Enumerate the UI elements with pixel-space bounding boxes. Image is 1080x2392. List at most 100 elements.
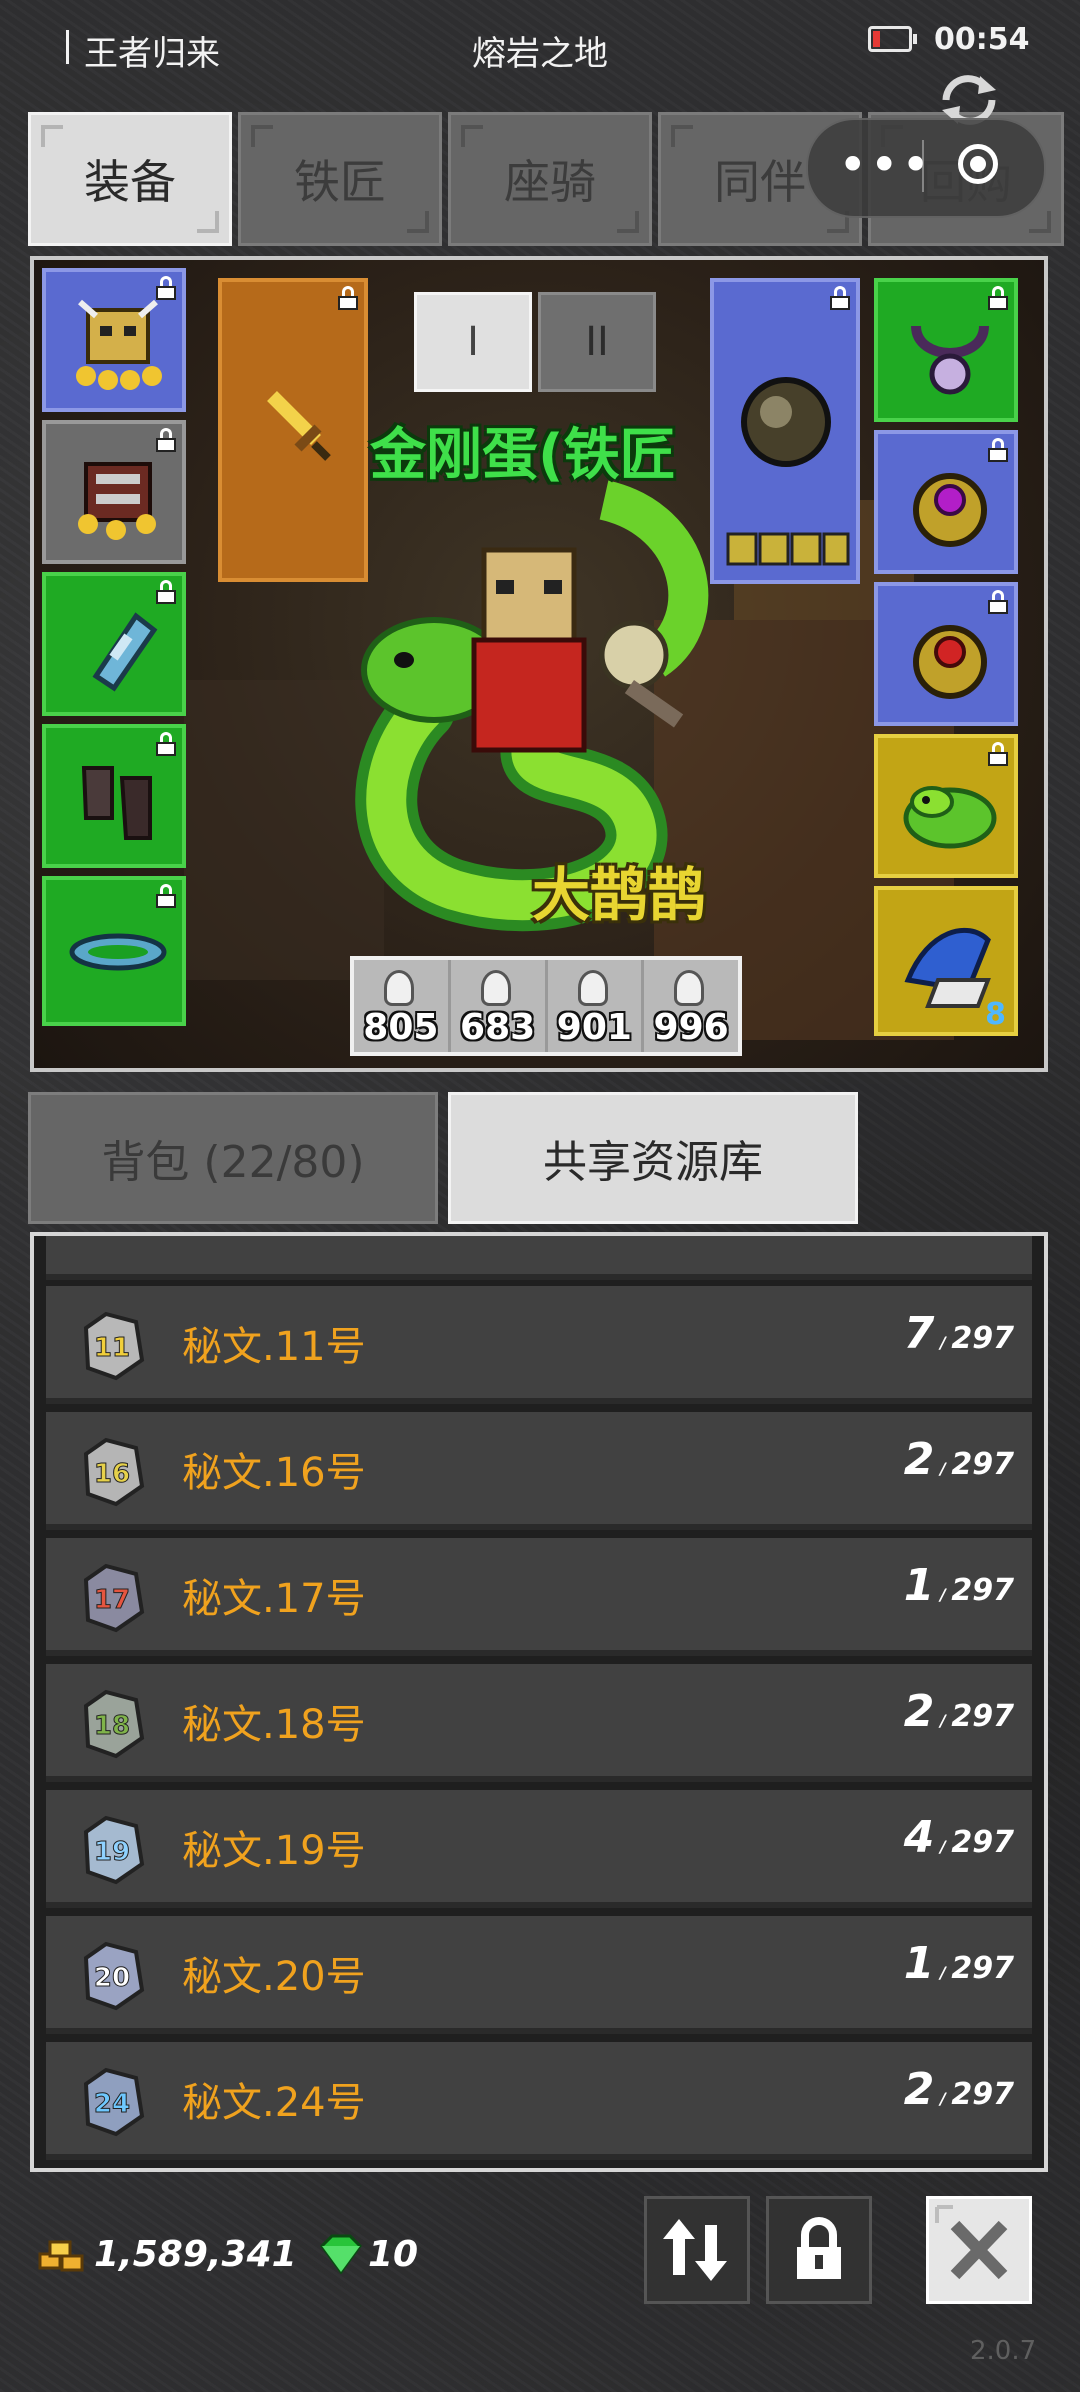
potion-slot-3[interactable]: 901 <box>547 960 645 1052</box>
rune-stone-icon: 20 <box>83 1941 145 2011</box>
potion-icon <box>480 970 511 1006</box>
list-item[interactable]: 20 秘文.20号 1 / 297 <box>46 1916 1032 2034</box>
lock-icon <box>156 884 176 908</box>
shield-icon <box>741 377 831 467</box>
potion-count: 996 <box>653 1007 729 1048</box>
page-one-button[interactable]: I <box>414 292 532 392</box>
list-item[interactable]: 16 秘文.16号 2 / 297 <box>46 1412 1032 1530</box>
pet-name: 大鹊鹊 <box>532 861 707 929</box>
tab-label: 座骑 <box>504 155 596 209</box>
list-item[interactable]: 19 秘文.19号 4 / 297 <box>46 1790 1032 1908</box>
close-miniprogram-dot <box>970 156 986 172</box>
item-max: 297 <box>951 1321 1014 1356</box>
version-label: 2.0.7 <box>970 2336 1037 2366</box>
page-two-button[interactable]: II <box>538 292 656 392</box>
lock-icon <box>797 2217 841 2279</box>
item-quantity: 2 / 297 <box>903 1686 1014 1737</box>
slot-ring-right[interactable] <box>874 582 1018 726</box>
tab-equipment[interactable]: 装备 <box>28 112 232 246</box>
tab-label: 共享资源库 <box>543 1137 763 1188</box>
slot-helmet[interactable] <box>42 268 186 412</box>
tab-label: 装备 <box>84 155 176 209</box>
rune-number: 16 <box>94 1459 130 1489</box>
item-quantity: 1 / 297 <box>903 1938 1014 1989</box>
item-name: 秘文.16号 <box>182 1450 366 1496</box>
slot-pet[interactable] <box>874 734 1018 878</box>
slot-offhand[interactable] <box>710 278 860 584</box>
rune-number: 11 <box>94 1333 130 1363</box>
slot-ring-left[interactable] <box>874 430 1018 574</box>
sword-icon <box>267 391 331 461</box>
lock-icon <box>156 732 176 756</box>
potion-count: 683 <box>460 1007 536 1048</box>
slot-boots[interactable] <box>42 724 186 868</box>
item-name: 秘文.20号 <box>182 1954 366 2000</box>
rune-number: 19 <box>94 1837 130 1867</box>
gem-amount: 10 <box>368 2234 419 2275</box>
battery-icon <box>868 26 917 52</box>
necklace-icon <box>911 325 989 395</box>
item-max: 297 <box>951 1573 1014 1608</box>
potion-count: 805 <box>363 1007 439 1048</box>
list-item[interactable]: 18 秘文.18号 2 / 297 <box>46 1664 1032 1782</box>
list-item-partial[interactable] <box>46 1236 1032 1280</box>
page-one-label: I <box>467 319 479 365</box>
item-count: 7 <box>903 1308 935 1359</box>
item-name: 秘文.11号 <box>182 1324 366 1370</box>
lock-button[interactable] <box>766 2196 872 2304</box>
list-item[interactable]: 17 秘文.17号 1 / 297 <box>46 1538 1032 1656</box>
slot-mount[interactable]: 8 <box>874 886 1018 1036</box>
tab-shared-storage[interactable]: 共享资源库 <box>448 1092 858 1224</box>
item-count: 1 <box>903 1938 935 1989</box>
gem-icon <box>320 2234 362 2274</box>
potion-slot-2[interactable]: 683 <box>450 960 548 1052</box>
item-max: 297 <box>951 1699 1014 1734</box>
item-max: 297 <box>951 1825 1014 1860</box>
item-count: 1 <box>903 1560 935 1611</box>
gold-icon <box>38 2240 84 2272</box>
slot-belt[interactable] <box>42 876 186 1026</box>
lock-icon <box>156 580 176 604</box>
item-count: 2 <box>903 2064 935 2115</box>
rune-number: 18 <box>94 1711 130 1741</box>
resource-list[interactable]: 11 秘文.11号 7 / 297 16 秘文.16号 2 / 297 17 秘… <box>30 1232 1048 2172</box>
item-count: 2 <box>903 1434 935 1485</box>
lock-icon <box>156 276 176 300</box>
item-name: 秘文.18号 <box>182 1702 366 1748</box>
helmet-icon <box>76 299 162 390</box>
snake-pet-icon <box>903 786 997 849</box>
sort-button[interactable] <box>644 2196 750 2304</box>
lock-icon <box>988 590 1008 614</box>
tab-label: 背包 (22/80) <box>101 1137 365 1188</box>
list-item[interactable]: 11 秘文.11号 7 / 297 <box>46 1286 1032 1404</box>
tab-blacksmith[interactable]: 铁匠 <box>238 112 442 246</box>
item-name: 秘文.24号 <box>182 2080 366 2126</box>
list-item[interactable]: 24 秘文.24号 2 / 297 <box>46 2042 1032 2160</box>
potion-slot-1[interactable]: 805 <box>354 960 451 1052</box>
tab-mount[interactable]: 座骑 <box>448 112 652 246</box>
tab-backpack[interactable]: 背包 (22/80) <box>28 1092 438 1224</box>
slot-necklace[interactable] <box>874 278 1018 422</box>
close-button[interactable] <box>926 2196 1032 2304</box>
close-icon <box>935 2205 1008 2280</box>
ring-icon <box>913 473 987 547</box>
item-quantity: 4 / 297 <box>903 1812 1014 1863</box>
slot-armor[interactable] <box>42 420 186 564</box>
potion-icon <box>674 970 705 1006</box>
lock-icon <box>988 286 1008 310</box>
item-max: 297 <box>951 1951 1014 1986</box>
item-quantity: 1 / 297 <box>903 1560 1014 1611</box>
item-quantity: 2 / 297 <box>903 1434 1014 1485</box>
tab-label: 同伴 <box>714 155 806 209</box>
rune-number: 24 <box>94 2089 130 2119</box>
potion-slot-4[interactable]: 996 <box>644 960 738 1052</box>
item-quantity: 7 / 297 <box>903 1308 1014 1359</box>
item-name: 秘文.19号 <box>182 1828 366 1874</box>
equipment-panel: I II 8 金刚蛋(铁匠 大鹊鹊 805 683 901 996 <box>30 256 1048 1072</box>
page-two-label: II <box>585 319 609 365</box>
more-icon[interactable]: ••• <box>838 140 932 190</box>
item-count: 4 <box>903 1812 935 1863</box>
slot-weapon[interactable] <box>218 278 368 582</box>
slot-gloves[interactable] <box>42 572 186 716</box>
item-max: 297 <box>951 2077 1014 2112</box>
